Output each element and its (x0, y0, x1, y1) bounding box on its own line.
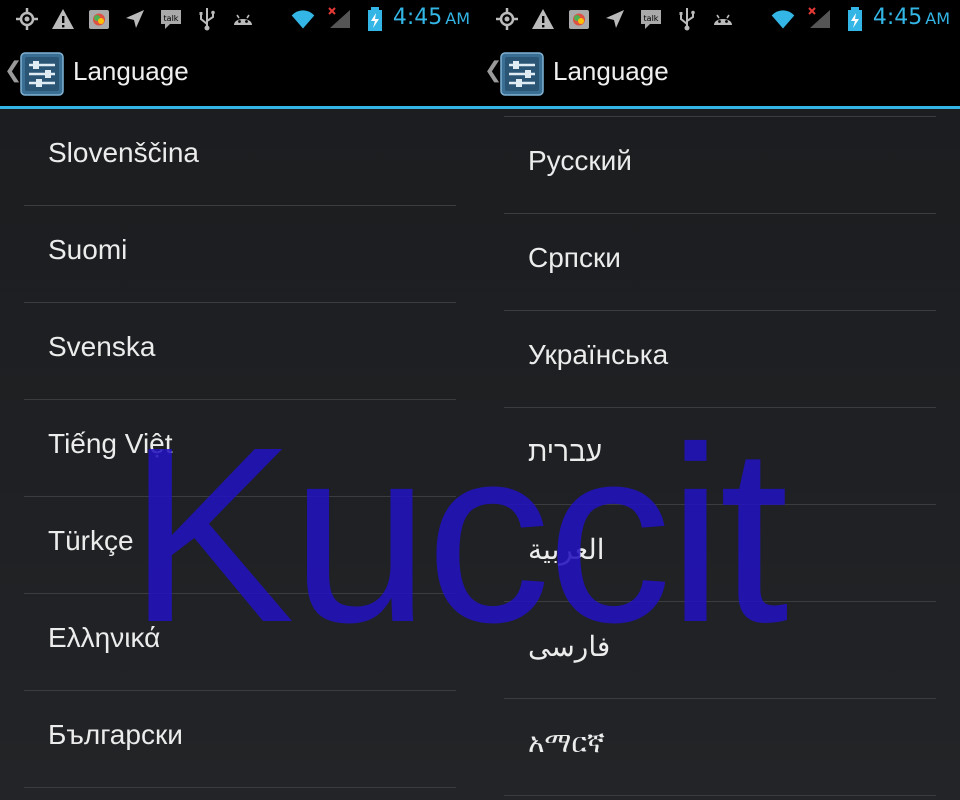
language-label: Српски (528, 242, 621, 273)
language-item[interactable]: עברית (504, 408, 936, 505)
wifi-icon (291, 10, 315, 29)
language-label: Русский (528, 145, 632, 176)
signal-no-sim-icon (328, 7, 350, 28)
language-item[interactable]: Српски (504, 214, 936, 311)
signal-no-sim-icon (808, 7, 830, 28)
language-item[interactable]: Български (24, 691, 456, 788)
language-label: العربية (528, 534, 605, 565)
warning-icon (52, 9, 74, 29)
language-label: Svenska (48, 331, 156, 362)
page-title: Language (553, 56, 669, 86)
language-label: Українська (528, 339, 669, 370)
svg-text:talk: talk (164, 14, 179, 23)
language-item[interactable]: العربية (504, 505, 936, 602)
gps-icon (16, 8, 38, 30)
language-label: Slovenščina (48, 137, 199, 168)
language-item[interactable]: Русский (504, 117, 936, 214)
clock-ampm: AM (925, 9, 950, 28)
language-item[interactable]: Türkçe (24, 497, 456, 594)
language-label: Suomi (48, 234, 128, 265)
battery-charging-icon (368, 7, 382, 31)
usb-icon (679, 8, 695, 31)
language-item[interactable]: አማርኛ (504, 699, 936, 796)
gallery-icon (569, 10, 589, 29)
clock-time: 4:45 (872, 5, 923, 30)
clock: 4:45 AM (873, 5, 950, 30)
language-label: Ελληνικά (48, 622, 161, 653)
clock-time: 4:45 (392, 5, 443, 30)
battery-charging-icon (848, 7, 862, 31)
language-item[interactable]: Tiếng Việt (24, 400, 456, 497)
language-list: Русский Српски Українська עברית العربية … (504, 109, 936, 800)
language-label: עברית (528, 436, 603, 467)
language-label: Български (48, 719, 183, 750)
warning-icon (532, 9, 554, 29)
language-item[interactable]: Svenska (24, 303, 456, 400)
svg-text:talk: talk (644, 14, 659, 23)
wifi-icon (771, 10, 795, 29)
gps-icon (496, 8, 518, 30)
language-screen-left: talk 4:45 AM ❮ Language Slovenščina Suomi… (0, 0, 480, 800)
status-bar: talk 4:45 AM (480, 0, 960, 38)
language-item[interactable]: Suomi (24, 206, 456, 303)
android-debug-icon (234, 14, 252, 25)
talk-icon: talk (161, 10, 181, 29)
action-bar: ❮ Language (0, 38, 480, 109)
language-screen-right: talk 4:45 AM ❮ Language Русский Српски Ук… (480, 0, 960, 800)
navigation-icon (126, 10, 144, 28)
status-bar: talk 4:45 AM (0, 0, 480, 38)
language-label: Tiếng Việt (48, 428, 173, 459)
language-item[interactable] (504, 109, 936, 117)
gallery-icon (89, 10, 109, 29)
navigation-icon (606, 10, 624, 28)
language-item[interactable]: Ελληνικά (24, 594, 456, 691)
talk-icon: talk (641, 10, 661, 29)
language-label: Türkçe (48, 525, 134, 556)
page-title: Language (73, 56, 189, 86)
language-item[interactable]: فارسی (504, 602, 936, 699)
clock: 4:45 AM (393, 5, 470, 30)
language-label: فارسی (528, 631, 611, 662)
android-debug-icon (714, 14, 732, 25)
language-item[interactable]: Slovenščina (24, 109, 456, 206)
language-list: Slovenščina Suomi Svenska Tiếng Việt Tür… (24, 109, 456, 800)
settings-app-icon[interactable] (20, 52, 64, 96)
language-label: አማርኛ (528, 727, 605, 758)
settings-app-icon[interactable] (500, 52, 544, 96)
action-bar: ❮ Language (480, 38, 960, 109)
usb-icon (199, 8, 215, 31)
language-item[interactable]: Українська (504, 311, 936, 408)
clock-ampm: AM (445, 9, 470, 28)
